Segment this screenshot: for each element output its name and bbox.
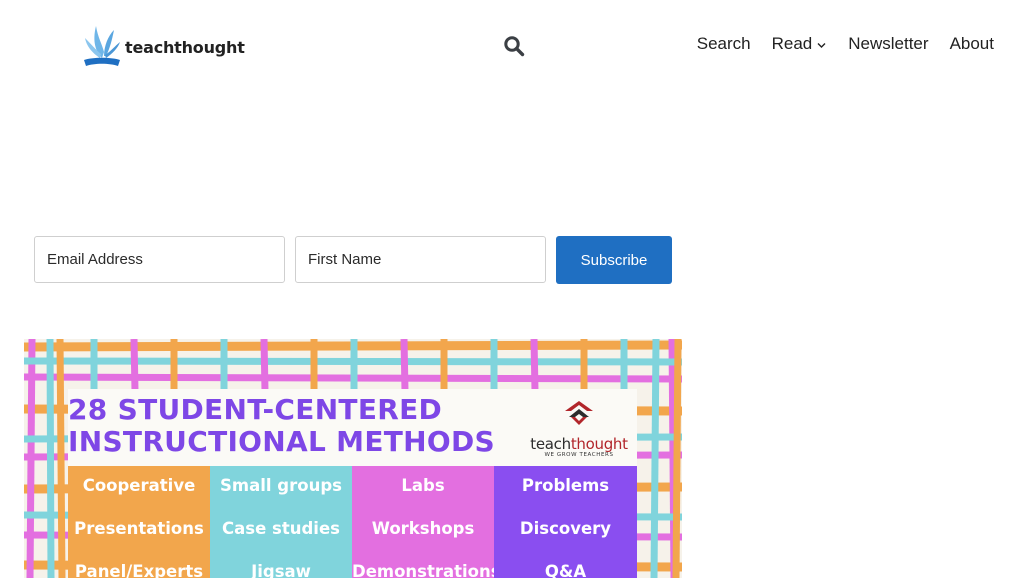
method-discovery: Discovery — [519, 519, 612, 538]
method-workshops: Workshops — [371, 519, 475, 538]
method-small-groups: Small groups — [220, 476, 342, 495]
nav-item-read-label: Read — [771, 34, 813, 53]
methods-column-3: Labs Workshops Demonstrations — [352, 466, 501, 578]
instructional-methods-infographic[interactable]: 28 STUDENT-CENTERED INSTRUCTIONAL METHOD… — [24, 339, 682, 578]
brand-name: teachthought — [524, 436, 634, 452]
logo-flame-icon — [84, 26, 120, 66]
infographic-title-line-2: INSTRUCTIONAL METHODS — [68, 425, 496, 458]
brand-name-part-1: teach — [530, 435, 571, 453]
site-logo[interactable]: teachthought — [82, 22, 245, 70]
logo-text: teachthought — [125, 37, 245, 57]
search-icon[interactable] — [503, 35, 525, 57]
subscribe-button[interactable]: Subscribe — [556, 236, 672, 284]
infographic-title: 28 STUDENT-CENTERED INSTRUCTIONAL METHOD… — [68, 394, 495, 458]
brand-name-part-2: thought — [570, 435, 628, 453]
email-address-input[interactable] — [34, 236, 285, 283]
nav-item-search[interactable]: Search — [697, 34, 751, 54]
method-presentations: Presentations — [74, 519, 204, 538]
method-case-studies: Case studies — [222, 519, 340, 538]
method-problems: Problems — [521, 476, 610, 495]
nav-item-newsletter[interactable]: Newsletter — [848, 34, 928, 54]
method-cooperative: Cooperative — [82, 476, 196, 495]
methods-column-2: Small groups Case studies Jigsaw — [210, 466, 352, 578]
method-demonstrations: Demonstrations — [352, 562, 501, 578]
infographic-title-line-1: 28 STUDENT-CENTERED — [68, 393, 443, 426]
method-qa: Q&A — [544, 562, 587, 578]
teachthought-logo-icon — [565, 401, 593, 425]
nav-item-about[interactable]: About — [950, 34, 994, 54]
nav-item-read[interactable]: Read — [772, 34, 828, 54]
methods-column-1: Cooperative Presentations Panel/Experts — [68, 466, 210, 578]
methods-grid: Cooperative Presentations Panel/Experts … — [68, 466, 637, 578]
method-jigsaw: Jigsaw — [251, 562, 311, 578]
infographic-panel: 28 STUDENT-CENTERED INSTRUCTIONAL METHOD… — [68, 389, 637, 578]
teachthought-brand-mark: teachthought WE GROW TEACHERS — [524, 399, 634, 458]
methods-column-4: Problems Discovery Q&A — [494, 466, 637, 578]
method-panel-experts: Panel/Experts — [74, 562, 204, 578]
main-nav: Search Read Newsletter About — [697, 34, 994, 54]
site-header: teachthought Search Read Newsletter Abou… — [0, 0, 1028, 92]
first-name-input[interactable] — [295, 236, 546, 283]
chevron-down-icon — [817, 43, 826, 48]
method-labs: Labs — [401, 476, 445, 495]
